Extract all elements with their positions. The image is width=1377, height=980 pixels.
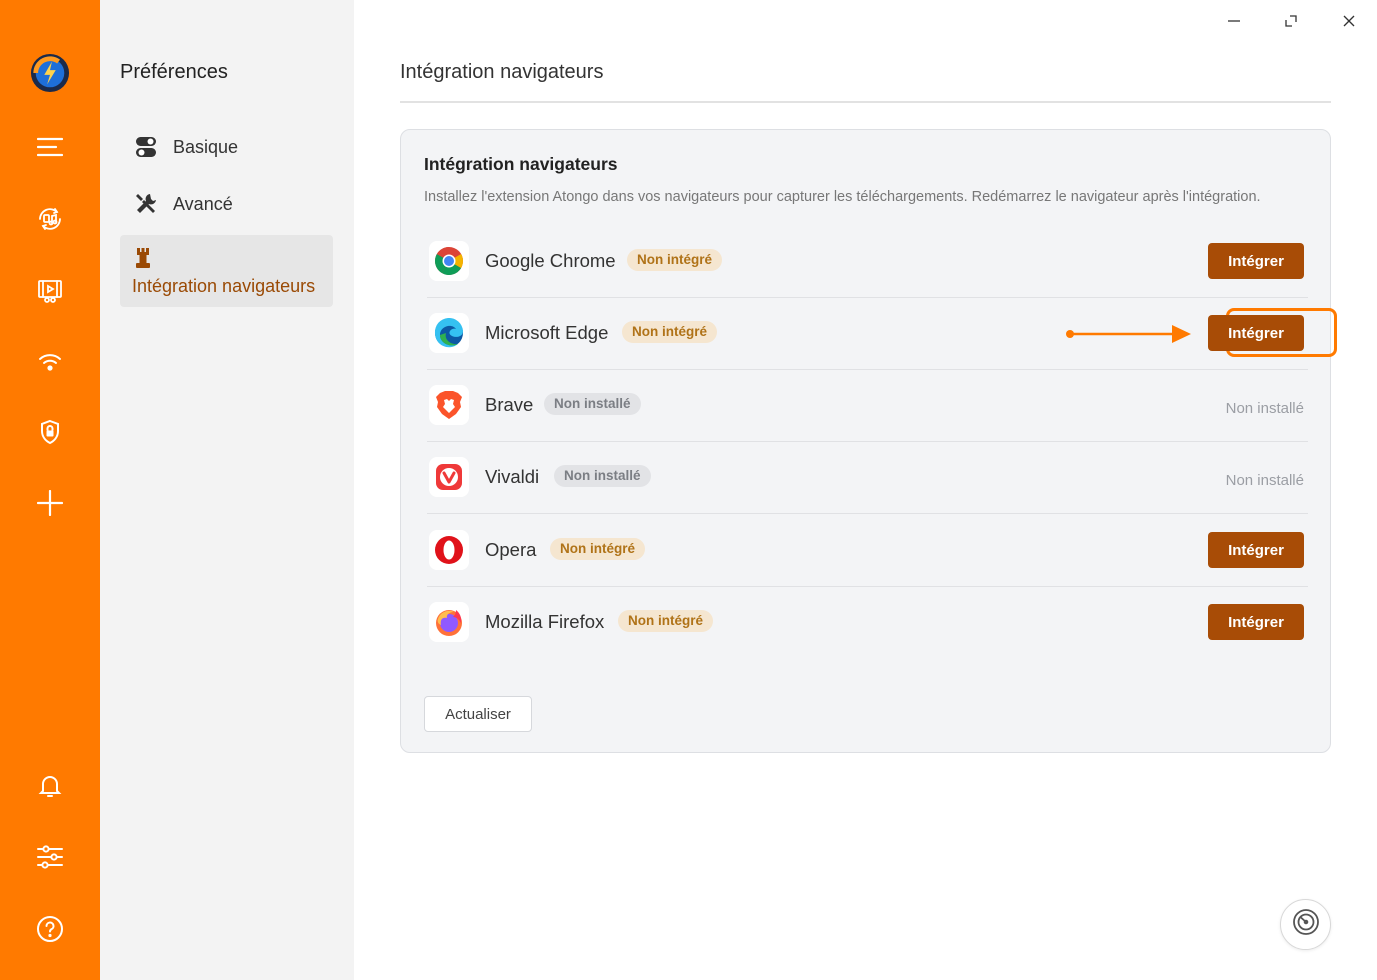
browser-integration-card: Intégration navigateurs Installez l'exte… [400, 129, 1337, 753]
browser-name: Google Chrome [485, 250, 616, 271]
page-title: Intégration navigateurs [400, 61, 604, 83]
browser-row-opera: Opera Non intégré Intégrer [427, 515, 1308, 587]
close-button[interactable] [1334, 8, 1364, 38]
integrate-firefox-button[interactable]: Intégrer [1208, 604, 1304, 640]
plus-icon[interactable] [30, 483, 70, 523]
browser-row-vivaldi: Vivaldi Non installé Non installé [427, 442, 1308, 514]
nav-item-label: Avancé [173, 193, 233, 214]
wifi-icon[interactable] [30, 342, 70, 382]
bell-icon[interactable] [30, 766, 70, 806]
status-badge: Non intégré [550, 538, 646, 560]
integrate-opera-button[interactable]: Intégrer [1208, 532, 1304, 568]
card-title: Intégration navigateurs [424, 154, 618, 174]
browser-name: Vivaldi [485, 466, 540, 487]
chrome-icon [429, 241, 469, 281]
browser-row-chrome: Google Chrome Non intégré Intégrer [427, 226, 1308, 298]
restore-button[interactable] [1276, 8, 1306, 38]
preferences-panel: Préférences Basique Avancé Intégration n… [100, 0, 354, 980]
status-badge: Non installé [544, 393, 641, 415]
sliders-icon[interactable] [30, 837, 70, 877]
browser-name: Microsoft Edge [485, 322, 609, 343]
close-icon [1342, 14, 1356, 33]
left-rail [0, 0, 100, 980]
arrow-pointer [1066, 325, 1191, 343]
vivaldi-icon [429, 457, 469, 497]
browser-row-brave: Brave Non installé Non installé [427, 370, 1308, 442]
status-badge: Non intégré [618, 610, 714, 632]
chess-rook-icon [134, 247, 152, 274]
status-badge: Non intégré [622, 321, 718, 343]
firefox-icon [429, 602, 469, 642]
integrate-edge-button[interactable]: Intégrer [1208, 315, 1304, 351]
speedometer-icon [1292, 908, 1320, 941]
minimize-icon [1227, 14, 1241, 33]
shield-icon[interactable] [30, 412, 70, 452]
brave-icon [429, 385, 469, 425]
nav-item-browser-integration[interactable]: Intégration navigateurs [120, 235, 333, 307]
music-convert-icon[interactable] [30, 199, 70, 239]
help-icon[interactable] [30, 909, 70, 949]
menu-icon[interactable] [30, 127, 70, 167]
nav-item-label: Intégration navigateurs [132, 276, 316, 296]
minimize-button[interactable] [1219, 8, 1249, 38]
row-divider [427, 513, 1308, 514]
nav-item-advanced[interactable]: Avancé [120, 191, 333, 217]
video-convert-icon[interactable] [30, 270, 70, 310]
preferences-title: Préférences [120, 61, 228, 83]
status-badge: Non installé [554, 465, 651, 487]
divider [400, 101, 1331, 103]
browser-name: Brave [485, 394, 534, 415]
integrate-chrome-button[interactable]: Intégrer [1208, 243, 1304, 279]
opera-icon [429, 530, 469, 570]
edge-icon [429, 313, 469, 353]
nav-item-basic[interactable]: Basique [120, 134, 333, 160]
card-description: Installez l'extension Atongo dans vos na… [424, 189, 1261, 205]
status-badge: Non intégré [627, 249, 723, 271]
browser-row-firefox: Mozilla Firefox Non intégré Intégrer [427, 587, 1308, 659]
browser-name: Opera [485, 539, 537, 560]
nav-item-label: Basique [173, 136, 239, 157]
install-status: Non installé [1225, 400, 1304, 417]
install-status: Non installé [1225, 472, 1304, 489]
restore-icon [1284, 14, 1298, 33]
browser-name: Mozilla Firefox [485, 611, 605, 632]
app-logo-icon[interactable] [30, 53, 70, 93]
toggle-icon [134, 135, 158, 159]
browser-row-edge: Microsoft Edge Non intégré Intégrer [427, 298, 1337, 370]
tools-icon [134, 192, 158, 216]
refresh-button[interactable]: Actualiser [424, 696, 532, 732]
speed-button[interactable] [1280, 899, 1331, 950]
